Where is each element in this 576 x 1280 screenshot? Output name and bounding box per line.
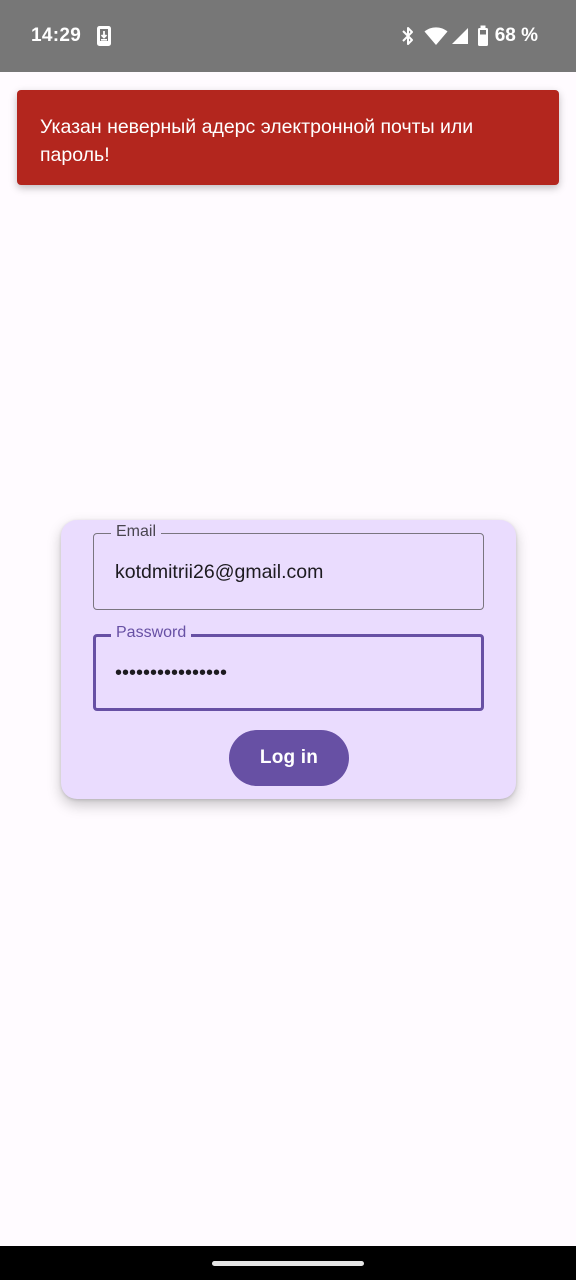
error-message: Указан неверный адерс электронной почты … (40, 116, 474, 166)
password-input[interactable] (115, 661, 455, 685)
cellular-icon (451, 28, 468, 44)
battery-percentage: 68 % (494, 25, 538, 46)
email-field[interactable]: Email (93, 522, 484, 610)
download-icon (97, 26, 111, 46)
login-card: Email Password Log in (61, 520, 516, 799)
wifi-icon (424, 27, 448, 45)
status-bar: 14:29 68 % (0, 0, 576, 72)
status-time: 14:29 (31, 25, 82, 46)
email-label: Email (111, 522, 162, 542)
login-button[interactable]: Log in (229, 730, 349, 786)
navigation-bar (0, 1246, 576, 1280)
email-input[interactable] (115, 560, 455, 584)
password-label: Password (111, 623, 192, 643)
error-snackbar: Указан неверный адерс электронной почты … (17, 90, 559, 185)
bluetooth-icon (401, 27, 413, 45)
battery-icon (477, 25, 488, 46)
password-field[interactable]: Password (93, 623, 484, 711)
status-icons: 68 % (400, 23, 538, 49)
home-gesture-handle[interactable] (212, 1261, 364, 1266)
